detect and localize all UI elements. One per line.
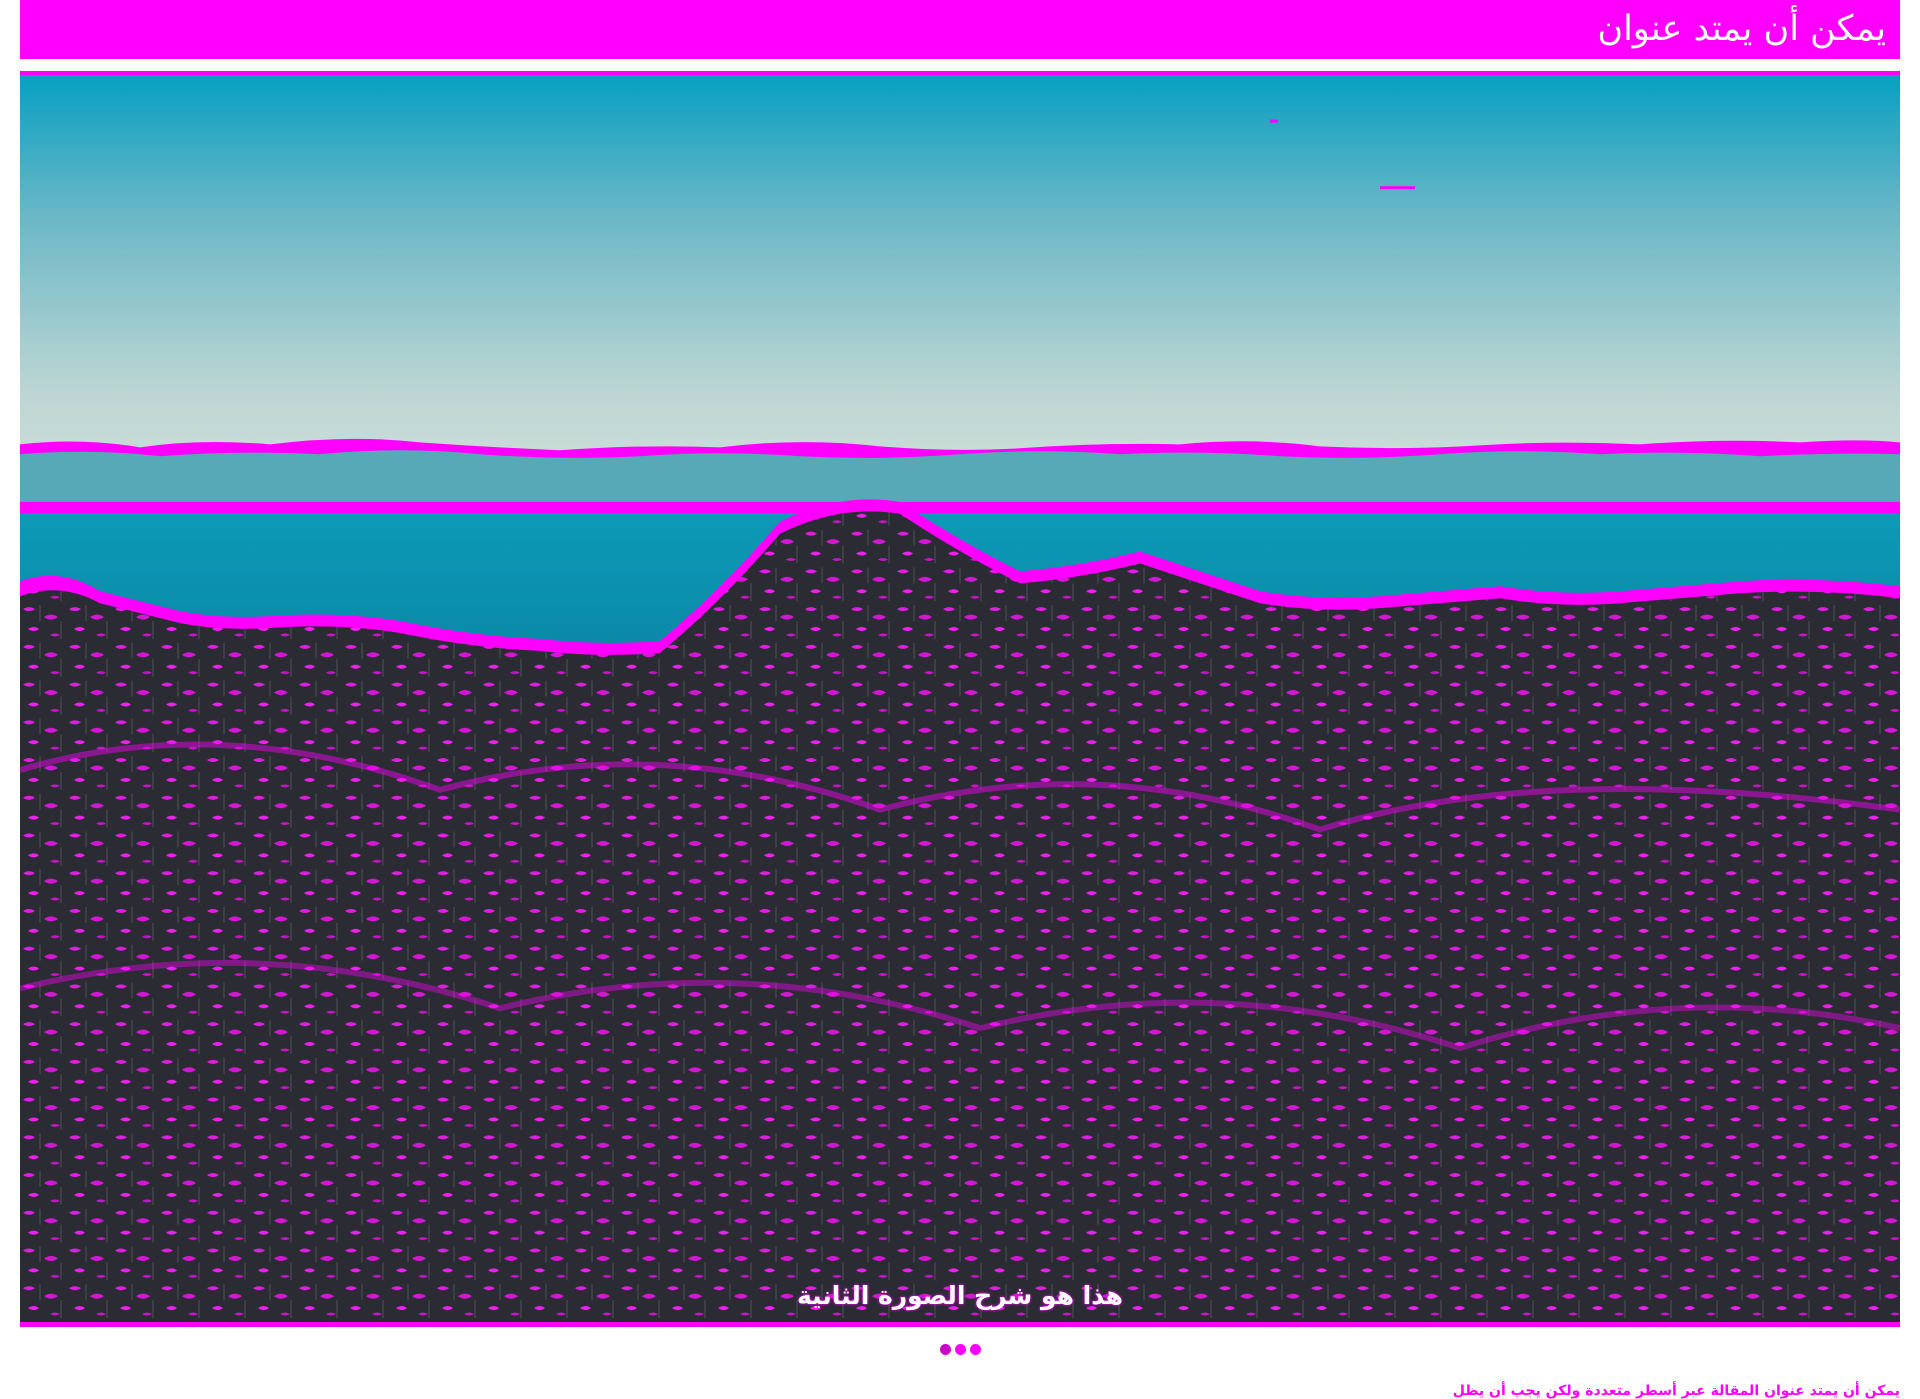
image-slider[interactable]: هذا هو شرح الصورة الثانية [20, 71, 1900, 1327]
landscape-photo [20, 75, 1900, 1322]
header-bar: يمكن أن يمتد عنوان [20, 0, 1900, 59]
slider-dot-3[interactable] [969, 1344, 981, 1355]
slider-dot-1[interactable] [939, 1344, 951, 1355]
article-excerpt[interactable]: يمكن أن يمتد عنوان المقالة عبر أسطر متعد… [1453, 1383, 1900, 1399]
page-title[interactable]: يمكن أن يمتد عنوان [1597, 12, 1886, 47]
slide-caption: هذا هو شرح الصورة الثانية [796, 1281, 1124, 1310]
slider-dot-2[interactable] [954, 1344, 966, 1355]
slider-pagination [0, 1344, 1920, 1355]
